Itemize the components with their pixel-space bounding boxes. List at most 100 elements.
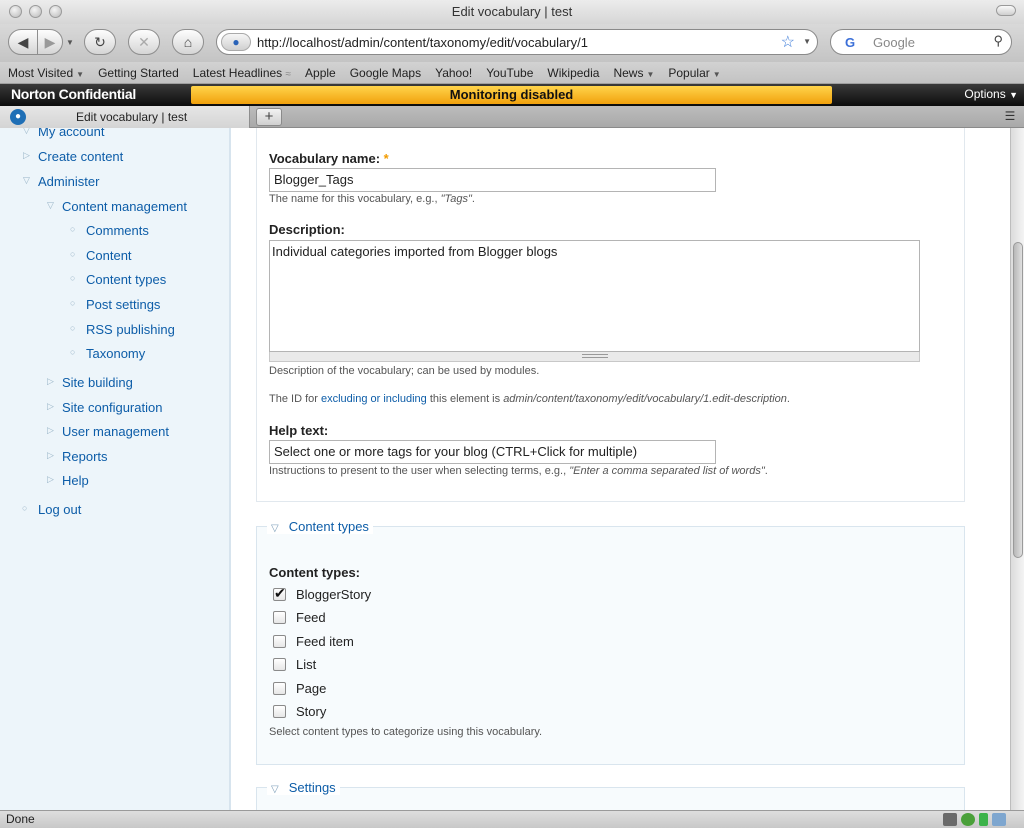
nav-post-settings[interactable]: Post settings (86, 297, 160, 312)
collapsed-triangle-icon: ▷ (47, 474, 54, 484)
tree-bullet-icon: ▽ (23, 128, 30, 135)
checkbox-feed[interactable] (273, 611, 286, 624)
scrollbar-thumb[interactable] (1013, 242, 1023, 558)
checkbox-page[interactable] (273, 682, 286, 695)
nav-help[interactable]: Help (62, 473, 89, 488)
help-text-field[interactable]: Select one or more tags for your blog (C… (269, 440, 716, 464)
search-input[interactable]: G Google ⚲ (830, 29, 1012, 55)
stop-button[interactable]: ✕ (128, 29, 160, 55)
nav-log-out[interactable]: Log out (38, 502, 81, 517)
nav-content-types[interactable]: Content types (86, 272, 166, 287)
leaf-circle-icon: ○ (70, 347, 76, 357)
bookmark-latest-headlines[interactable]: Latest Headlines ≈ (193, 66, 291, 80)
forward-button[interactable]: ▶ (37, 29, 63, 55)
content-type-option[interactable]: Feed item (273, 634, 354, 649)
status-icons (943, 813, 1006, 826)
admin-sidebar: ▽ My account ▷ Create content ▽ Administ… (0, 128, 230, 810)
nav-reports[interactable]: Reports (62, 449, 108, 464)
close-window-button[interactable] (9, 5, 22, 18)
history-dropdown-icon[interactable]: ▼ (66, 38, 74, 47)
firebug-icon[interactable] (943, 813, 957, 826)
help-text-label: Help text: (269, 423, 329, 438)
nav-comments[interactable]: Comments (86, 223, 149, 238)
bookmark-apple[interactable]: Apple (305, 66, 336, 80)
content-type-option[interactable]: Page (273, 681, 326, 696)
google-engine-icon[interactable]: G (837, 33, 863, 51)
address-bar[interactable]: ● http://localhost/admin/content/taxonom… (216, 29, 818, 55)
bookmarks-toolbar: Most Visited ▼ Getting Started Latest Hea… (0, 62, 1024, 84)
leaf-circle-icon: ○ (22, 503, 28, 513)
back-button[interactable]: ◀ (8, 29, 38, 55)
green-square-icon[interactable] (979, 813, 988, 826)
bookmark-news[interactable]: News ▼ (613, 66, 654, 80)
textarea-resize-grip[interactable] (269, 352, 920, 362)
norton-options-menu[interactable]: Options ▼ (964, 87, 1018, 101)
bookmark-getting-started[interactable]: Getting Started (98, 66, 179, 80)
cube-icon[interactable] (992, 813, 1006, 826)
content-type-option[interactable]: Feed (273, 610, 326, 625)
bookmark-popular[interactable]: Popular ▼ (668, 66, 720, 80)
bookmark-yahoo[interactable]: Yahoo! (435, 66, 472, 80)
help-text-description: Instructions to present to the user when… (269, 465, 768, 477)
toolbar-toggle-button[interactable] (996, 5, 1016, 16)
minimize-window-button[interactable] (29, 5, 42, 18)
navigation-toolbar: ◀ ▶ ▼ ↻ ✕ ⌂ ● http://localhost/admin/con… (0, 24, 1024, 62)
vocabulary-name-field[interactable]: Blogger_Tags (269, 168, 716, 192)
new-tab-button[interactable]: + (256, 108, 282, 126)
checkbox-bloggerstory[interactable] (273, 585, 286, 602)
content-type-option[interactable]: List (273, 657, 316, 672)
collapsed-triangle-icon: ▷ (47, 425, 54, 435)
collapsed-triangle-icon: ▷ (47, 450, 54, 460)
search-icon[interactable]: ⚲ (993, 33, 1003, 49)
bookmark-youtube[interactable]: YouTube (486, 66, 533, 80)
home-icon: ⌂ (183, 34, 193, 50)
bug-status-icon[interactable] (961, 813, 975, 826)
status-text: Done (6, 812, 35, 826)
grip-handle-icon (581, 354, 608, 358)
nav-content[interactable]: Content (86, 248, 132, 263)
tab-list-icon[interactable]: ☰ (1002, 109, 1018, 125)
zoom-window-button[interactable] (49, 5, 62, 18)
nav-user-management[interactable]: User management (62, 424, 169, 439)
checkbox-story[interactable] (273, 705, 286, 718)
content-type-option[interactable]: BloggerStory (273, 585, 371, 602)
excluding-including-link[interactable]: excluding or including (321, 393, 427, 405)
nav-content-management[interactable]: Content management (62, 199, 187, 214)
tab-edit-vocabulary[interactable]: ● Edit vocabulary | test (0, 106, 250, 128)
content-type-option[interactable]: Story (273, 704, 326, 719)
tab-title: Edit vocabulary | test (76, 110, 188, 124)
bookmark-most-visited[interactable]: Most Visited ▼ (8, 66, 84, 80)
checkbox-feed-item[interactable] (273, 635, 286, 648)
chevron-down-icon: ▼ (1009, 90, 1018, 100)
nav-create-content[interactable]: Create content (38, 149, 123, 164)
nav-taxonomy[interactable]: Taxonomy (86, 346, 145, 361)
checkbox-list[interactable] (273, 658, 286, 671)
url-text[interactable]: http://localhost/admin/content/taxonomy/… (257, 35, 588, 50)
window-title: Edit vocabulary | test (451, 4, 573, 19)
nav-administer[interactable]: Administer (38, 174, 99, 189)
main-form-area: Vocabulary name: * Blogger_Tags The name… (230, 128, 1010, 810)
home-button[interactable]: ⌂ (172, 29, 204, 55)
vertical-scrollbar[interactable] (1010, 128, 1024, 810)
site-identity-icon[interactable]: ● (221, 33, 251, 51)
bookmark-google-maps[interactable]: Google Maps (350, 66, 421, 80)
reload-button[interactable]: ↻ (84, 29, 116, 55)
url-history-dropdown-icon[interactable]: ▼ (803, 37, 811, 46)
description-textarea[interactable]: Individual categories imported from Blog… (269, 240, 920, 352)
bookmark-star-icon[interactable]: ☆ (781, 32, 795, 52)
element-id-note: The ID for excluding or including this e… (269, 393, 790, 405)
norton-toolbar: Norton Confidential Monitoring disabled … (0, 84, 1024, 106)
expanded-triangle-icon: ▽ (271, 784, 279, 795)
leaf-circle-icon: ○ (70, 298, 76, 308)
expanded-triangle-icon: ▽ (271, 523, 279, 534)
bookmark-wikipedia[interactable]: Wikipedia (547, 66, 599, 80)
nav-site-configuration[interactable]: Site configuration (62, 400, 162, 415)
chevron-down-icon: ▼ (712, 69, 721, 79)
nav-site-building[interactable]: Site building (62, 375, 133, 390)
leaf-circle-icon: ○ (70, 249, 76, 259)
content-types-legend[interactable]: ▽ Content types (267, 519, 373, 534)
nav-my-account[interactable]: My account (38, 128, 104, 139)
settings-legend[interactable]: ▽ Settings (267, 780, 340, 795)
tab-bar: ● Edit vocabulary | test + ☰ (0, 106, 1024, 128)
nav-rss-publishing[interactable]: RSS publishing (86, 322, 175, 337)
